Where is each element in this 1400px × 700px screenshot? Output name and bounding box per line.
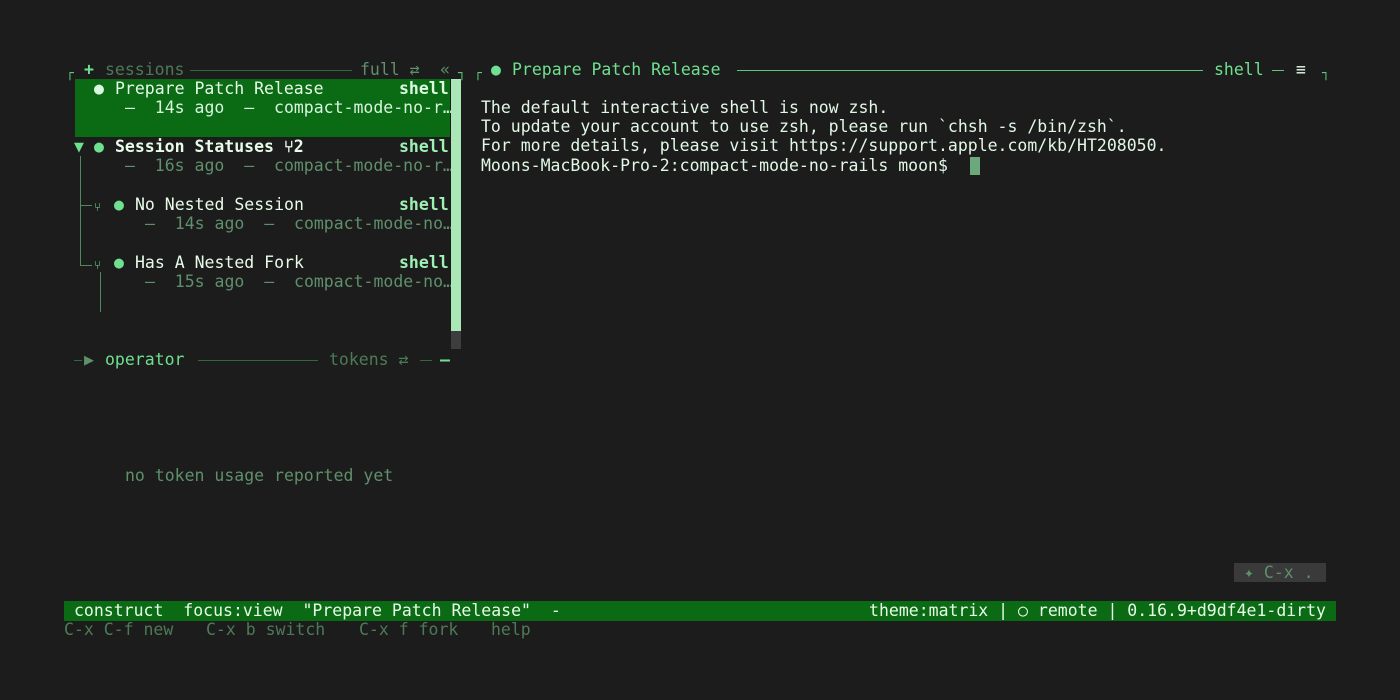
terminal-header-rule: [1272, 70, 1284, 71]
terminal-line: To update your account to use zsh, pleas…: [481, 117, 1127, 136]
collapse-sessions-button[interactable]: «: [440, 60, 450, 79]
sessions-header-rule: [190, 70, 352, 71]
shortcut-fork[interactable]: C-x f fork: [359, 620, 458, 639]
sessions-scrollbar-thumb[interactable]: [451, 79, 461, 331]
terminal-line: For more details, please visit https://s…: [481, 136, 1167, 155]
tree-connector: [80, 205, 92, 206]
token-usage-empty-text: no token usage reported yet: [125, 466, 394, 485]
fork-icon: ⑂: [94, 258, 102, 272]
tree-connector: [80, 265, 92, 266]
new-session-button[interactable]: +: [84, 60, 94, 79]
expand-operator-icon[interactable]: ▶: [84, 350, 94, 369]
terminal-title: Prepare Patch Release: [512, 60, 721, 79]
session-title: Session Statuses ⑂2: [115, 137, 304, 156]
terminal-menu-icon[interactable]: ≡: [1296, 60, 1306, 79]
panel-corner: ┌: [474, 66, 482, 81]
shortcut-help[interactable]: help: [491, 620, 531, 639]
tree-connector: [80, 156, 81, 266]
minimize-operator-button[interactable]: –: [440, 350, 450, 369]
fork-icon: ⑂: [94, 200, 102, 214]
session-kind: shell: [399, 253, 449, 272]
status-bar-left: construct focus:view "Prepare Patch Rele…: [74, 601, 561, 620]
operator-header-rule: [420, 360, 432, 361]
session-kind: shell: [399, 137, 449, 156]
tree-connector: [100, 272, 101, 312]
status-bar: construct focus:view "Prepare Patch Rele…: [64, 601, 1336, 621]
session-meta: — 14s ago — compact-mode-no-r…: [125, 98, 453, 117]
session-title: Has A Nested Fork: [135, 253, 304, 272]
shortcut-switch[interactable]: C-x b switch: [206, 620, 325, 639]
session-title: Prepare Patch Release: [115, 79, 324, 98]
tokens-toggle[interactable]: tokens ⇄: [329, 350, 408, 369]
status-dot-icon: ●: [114, 195, 124, 214]
panel-corner: ┐: [1322, 66, 1330, 81]
sessions-mode-toggle[interactable]: full ⇄: [360, 60, 420, 79]
status-bar-right: theme:matrix | ○ remote | 0.16.9+d9df4e1…: [869, 601, 1326, 620]
terminal-prompt[interactable]: Moons-MacBook-Pro-2:compact-mode-no-rail…: [481, 156, 958, 175]
status-dot-icon: ●: [114, 253, 124, 272]
session-kind: shell: [399, 195, 449, 214]
session-title: No Nested Session: [135, 195, 304, 214]
terminal-cursor: [970, 157, 980, 175]
operator-title: operator: [105, 350, 185, 369]
status-dot-icon: ●: [491, 60, 501, 79]
terminal-header-rule: [737, 70, 1203, 71]
operator-header-rule: [198, 360, 318, 361]
status-dot-icon: ●: [94, 137, 104, 156]
session-meta: — 16s ago — compact-mode-no-r…: [125, 156, 453, 175]
session-kind: shell: [399, 79, 449, 98]
terminal-kind: shell: [1214, 60, 1264, 79]
status-dot-icon: ●: [94, 79, 104, 98]
session-meta: — 15s ago — compact-mode-no…: [145, 272, 453, 291]
keybinding-hint: ✦ C-x .: [1234, 563, 1326, 582]
sessions-title: sessions: [105, 60, 185, 79]
session-meta: — 14s ago — compact-mode-no…: [145, 214, 453, 233]
keybinding-hint-text: ✦ C-x .: [1244, 563, 1314, 582]
expand-toggle-icon[interactable]: ▼: [74, 137, 84, 156]
shortcut-new[interactable]: C-x C-f new: [64, 620, 173, 639]
operator-header-rule: [74, 360, 82, 361]
terminal-line: The default interactive shell is now zsh…: [481, 98, 889, 117]
panel-corner: ┌: [66, 66, 74, 81]
